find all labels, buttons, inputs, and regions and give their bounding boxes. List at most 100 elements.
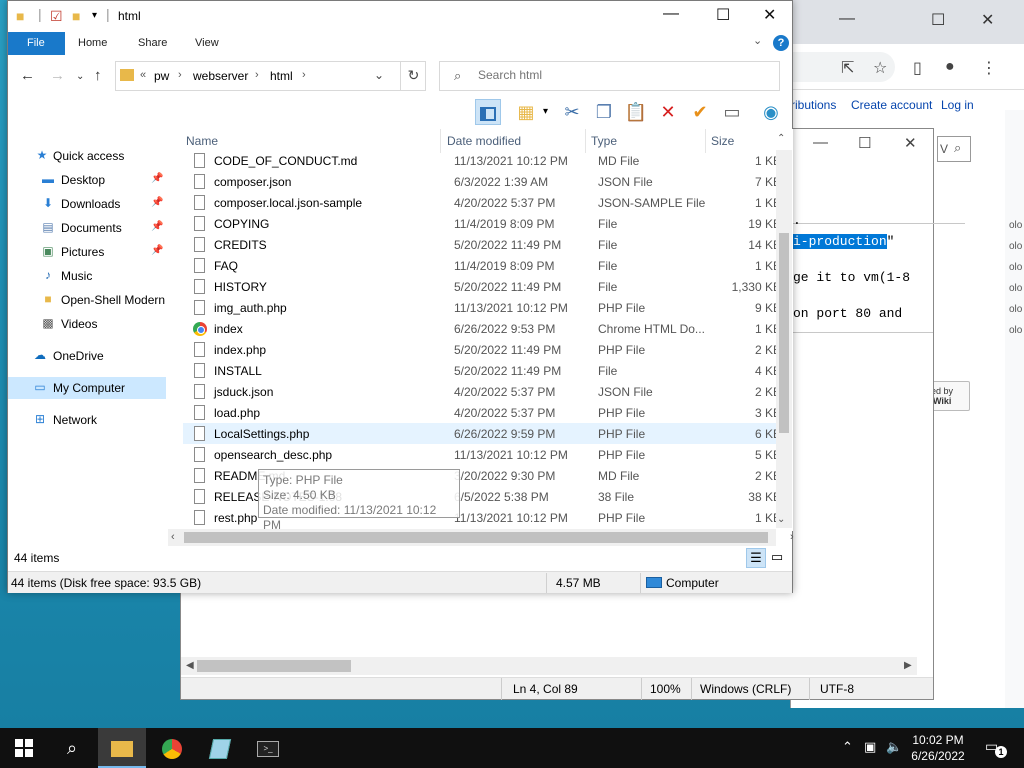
chevron-right-icon[interactable]: › xyxy=(255,69,259,81)
horizontal-scroll-thumb[interactable] xyxy=(184,532,768,543)
breadcrumb-pw[interactable]: pw xyxy=(154,69,169,83)
scroll-down-icon[interactable]: ⌄ xyxy=(777,514,785,525)
up-arrow-icon[interactable]: ↑ xyxy=(94,67,102,84)
pin-icon[interactable]: 📌 xyxy=(151,173,163,184)
maximize-icon[interactable]: ☐ xyxy=(716,5,730,25)
wiki-login-link[interactable]: Log in xyxy=(941,98,974,112)
taskbar-file-explorer[interactable] xyxy=(98,728,146,768)
volume-icon[interactable]: 🔈 xyxy=(886,739,902,755)
network-tray-icon[interactable]: ▣ xyxy=(864,739,876,755)
scroll-right-icon[interactable]: › xyxy=(790,531,794,543)
minimize-icon[interactable]: — xyxy=(663,5,679,23)
taskbar-notepad[interactable] xyxy=(196,728,244,768)
large-icons-view-button[interactable]: ▭ xyxy=(767,548,787,568)
wiki-contributions-link[interactable]: ributions xyxy=(791,98,836,112)
nav-onedrive[interactable]: ☁ OneDrive xyxy=(8,345,166,367)
profile-avatar-icon[interactable]: ● xyxy=(945,58,955,76)
details-view-button[interactable]: ☰ xyxy=(746,548,766,568)
file-row[interactable]: composer.local.json-sample 4/20/2022 5:37… xyxy=(183,192,781,213)
file-row[interactable]: CREDITS 5/20/2022 11:49 PM File 14 KB xyxy=(183,234,781,255)
minimize-icon[interactable]: — xyxy=(839,10,855,28)
nav-network[interactable]: ⊞ Network xyxy=(8,409,166,431)
properties-check-icon[interactable]: ☑ xyxy=(50,8,63,25)
show-hidden-icons-icon[interactable]: ⌃ xyxy=(842,739,853,755)
nav-downloads[interactable]: ⬇ Downloads 📌 xyxy=(8,193,166,215)
file-row[interactable]: composer.json 6/3/2022 1:39 AM JSON File 7 … xyxy=(183,171,781,192)
paste-button[interactable]: 📋 xyxy=(623,99,649,125)
close-icon[interactable]: ✕ xyxy=(981,10,994,30)
taskbar-search-button[interactable]: ⌕ xyxy=(48,728,96,768)
file-row[interactable]: FAQ 11/4/2019 8:09 PM File 1 KB xyxy=(183,255,781,276)
scroll-left-icon[interactable]: ◀ xyxy=(186,660,194,671)
nav-desktop[interactable]: ▬ Desktop 📌 xyxy=(8,169,166,191)
delete-button[interactable]: ✕ xyxy=(655,99,681,125)
tab-home[interactable]: Home xyxy=(78,37,107,49)
file-row[interactable]: INSTALL 5/20/2022 11:49 PM File 4 KB xyxy=(183,360,781,381)
back-arrow-icon[interactable]: ← xyxy=(20,67,35,84)
file-row[interactable]: opensearch_desc.php 11/13/2021 10:12 PM PH… xyxy=(183,444,781,465)
refresh-button[interactable]: ↻ xyxy=(400,61,426,91)
pin-icon[interactable]: 📌 xyxy=(151,197,163,208)
search-box[interactable]: ⌕ xyxy=(439,61,780,91)
forward-arrow-icon[interactable]: → xyxy=(50,67,65,84)
customize-dropdown-icon[interactable]: ▾ xyxy=(92,10,97,21)
address-bar[interactable]: « pw › webserver › html › ⌄ xyxy=(115,61,426,91)
taskbar-terminal[interactable]: >_ xyxy=(244,728,292,768)
notification-center-button[interactable]: ▭ 1 xyxy=(985,738,1007,758)
copy-button[interactable]: ❐ xyxy=(591,99,617,125)
open-shell-button[interactable]: ◉ xyxy=(758,99,784,125)
expand-ribbon-icon[interactable]: ⌄ xyxy=(753,34,762,47)
scroll-right-icon[interactable]: ▶ xyxy=(904,660,912,671)
bookmark-star-icon[interactable]: ☆ xyxy=(873,58,887,78)
chevron-right-icon[interactable]: › xyxy=(302,69,306,81)
minimize-icon[interactable]: — xyxy=(813,134,828,151)
nav-documents[interactable]: ▤ Documents 📌 xyxy=(8,217,166,239)
system-clock[interactable]: 10:02 PM 6/26/2022 xyxy=(908,732,968,764)
pin-icon[interactable]: 📌 xyxy=(151,245,163,256)
select-button[interactable]: ✔ xyxy=(687,99,713,125)
column-header-date[interactable]: Date modified xyxy=(447,134,521,148)
tab-view[interactable]: View xyxy=(195,37,219,49)
file-row[interactable]: HISTORY 5/20/2022 11:49 PM File 1,330 KB xyxy=(183,276,781,297)
nav-my-computer[interactable]: ▭ My Computer xyxy=(8,377,166,399)
chevron-down-icon[interactable]: ▾ xyxy=(543,106,548,117)
tab-file[interactable]: File xyxy=(8,32,65,55)
column-header-size[interactable]: Size xyxy=(711,134,734,148)
notepad-text-line[interactable]: . xyxy=(793,213,801,228)
properties-button[interactable]: ▭ xyxy=(719,99,745,125)
close-icon[interactable]: ✕ xyxy=(904,134,917,152)
new-folder-icon[interactable]: ■ xyxy=(72,8,80,24)
file-row[interactable]: jsduck.json 4/20/2022 5:37 PM JSON File 2 K… xyxy=(183,381,781,402)
breadcrumb-webserver[interactable]: webserver xyxy=(193,69,248,83)
notepad-text-line[interactable]: on port 80 and xyxy=(793,306,902,321)
breadcrumb-overflow[interactable]: « xyxy=(140,69,146,81)
folder-options-button[interactable]: ▦ xyxy=(513,99,539,125)
chevron-right-icon[interactable]: › xyxy=(178,69,182,81)
scroll-left-icon[interactable]: ‹ xyxy=(171,531,175,543)
file-row[interactable]: index.php 5/20/2022 11:49 PM PHP File 2 KB xyxy=(183,339,781,360)
recent-locations-icon[interactable]: ⌄ xyxy=(76,71,84,82)
notepad-text-line[interactable]: i-production" xyxy=(793,234,894,249)
start-button[interactable] xyxy=(0,728,48,768)
taskbar-chrome[interactable] xyxy=(148,728,196,768)
notepad-text-line[interactable]: ge it to vm(1-8 xyxy=(793,270,910,285)
pin-icon[interactable]: 📌 xyxy=(151,221,163,232)
column-header-type[interactable]: Type xyxy=(591,134,617,148)
notepad-scroll-thumb[interactable] xyxy=(197,660,351,672)
nav-pictures[interactable]: ▣ Pictures 📌 xyxy=(8,241,166,263)
nav-open-shell-modern[interactable]: ■ Open-Shell Modern xyxy=(8,289,166,311)
share-icon[interactable]: ⇱ xyxy=(841,58,854,78)
wiki-create-account-link[interactable]: Create account xyxy=(851,98,932,112)
maximize-icon[interactable]: ☐ xyxy=(858,134,871,152)
nav-quick-access[interactable]: ★ Quick access xyxy=(8,145,166,167)
file-row[interactable]: COPYING 11/4/2019 8:09 PM File 19 KB xyxy=(183,213,781,234)
chrome-menu-icon[interactable]: ⋮ xyxy=(981,58,997,78)
breadcrumb-html[interactable]: html xyxy=(270,69,293,83)
search-icon[interactable]: ⌕ xyxy=(954,140,961,156)
file-row[interactable]: LocalSettings.php 6/26/2022 9:59 PM PHP Fi… xyxy=(183,423,781,444)
maximize-icon[interactable]: ☐ xyxy=(931,10,945,30)
vertical-scroll-thumb[interactable] xyxy=(779,233,789,433)
file-row[interactable]: CODE_OF_CONDUCT.md 11/13/2021 10:12 PM MD … xyxy=(183,150,781,171)
file-row[interactable]: index 6/26/2022 9:53 PM Chrome HTML Do... 1… xyxy=(183,318,781,339)
side-panel-icon[interactable]: ▯ xyxy=(913,58,922,78)
